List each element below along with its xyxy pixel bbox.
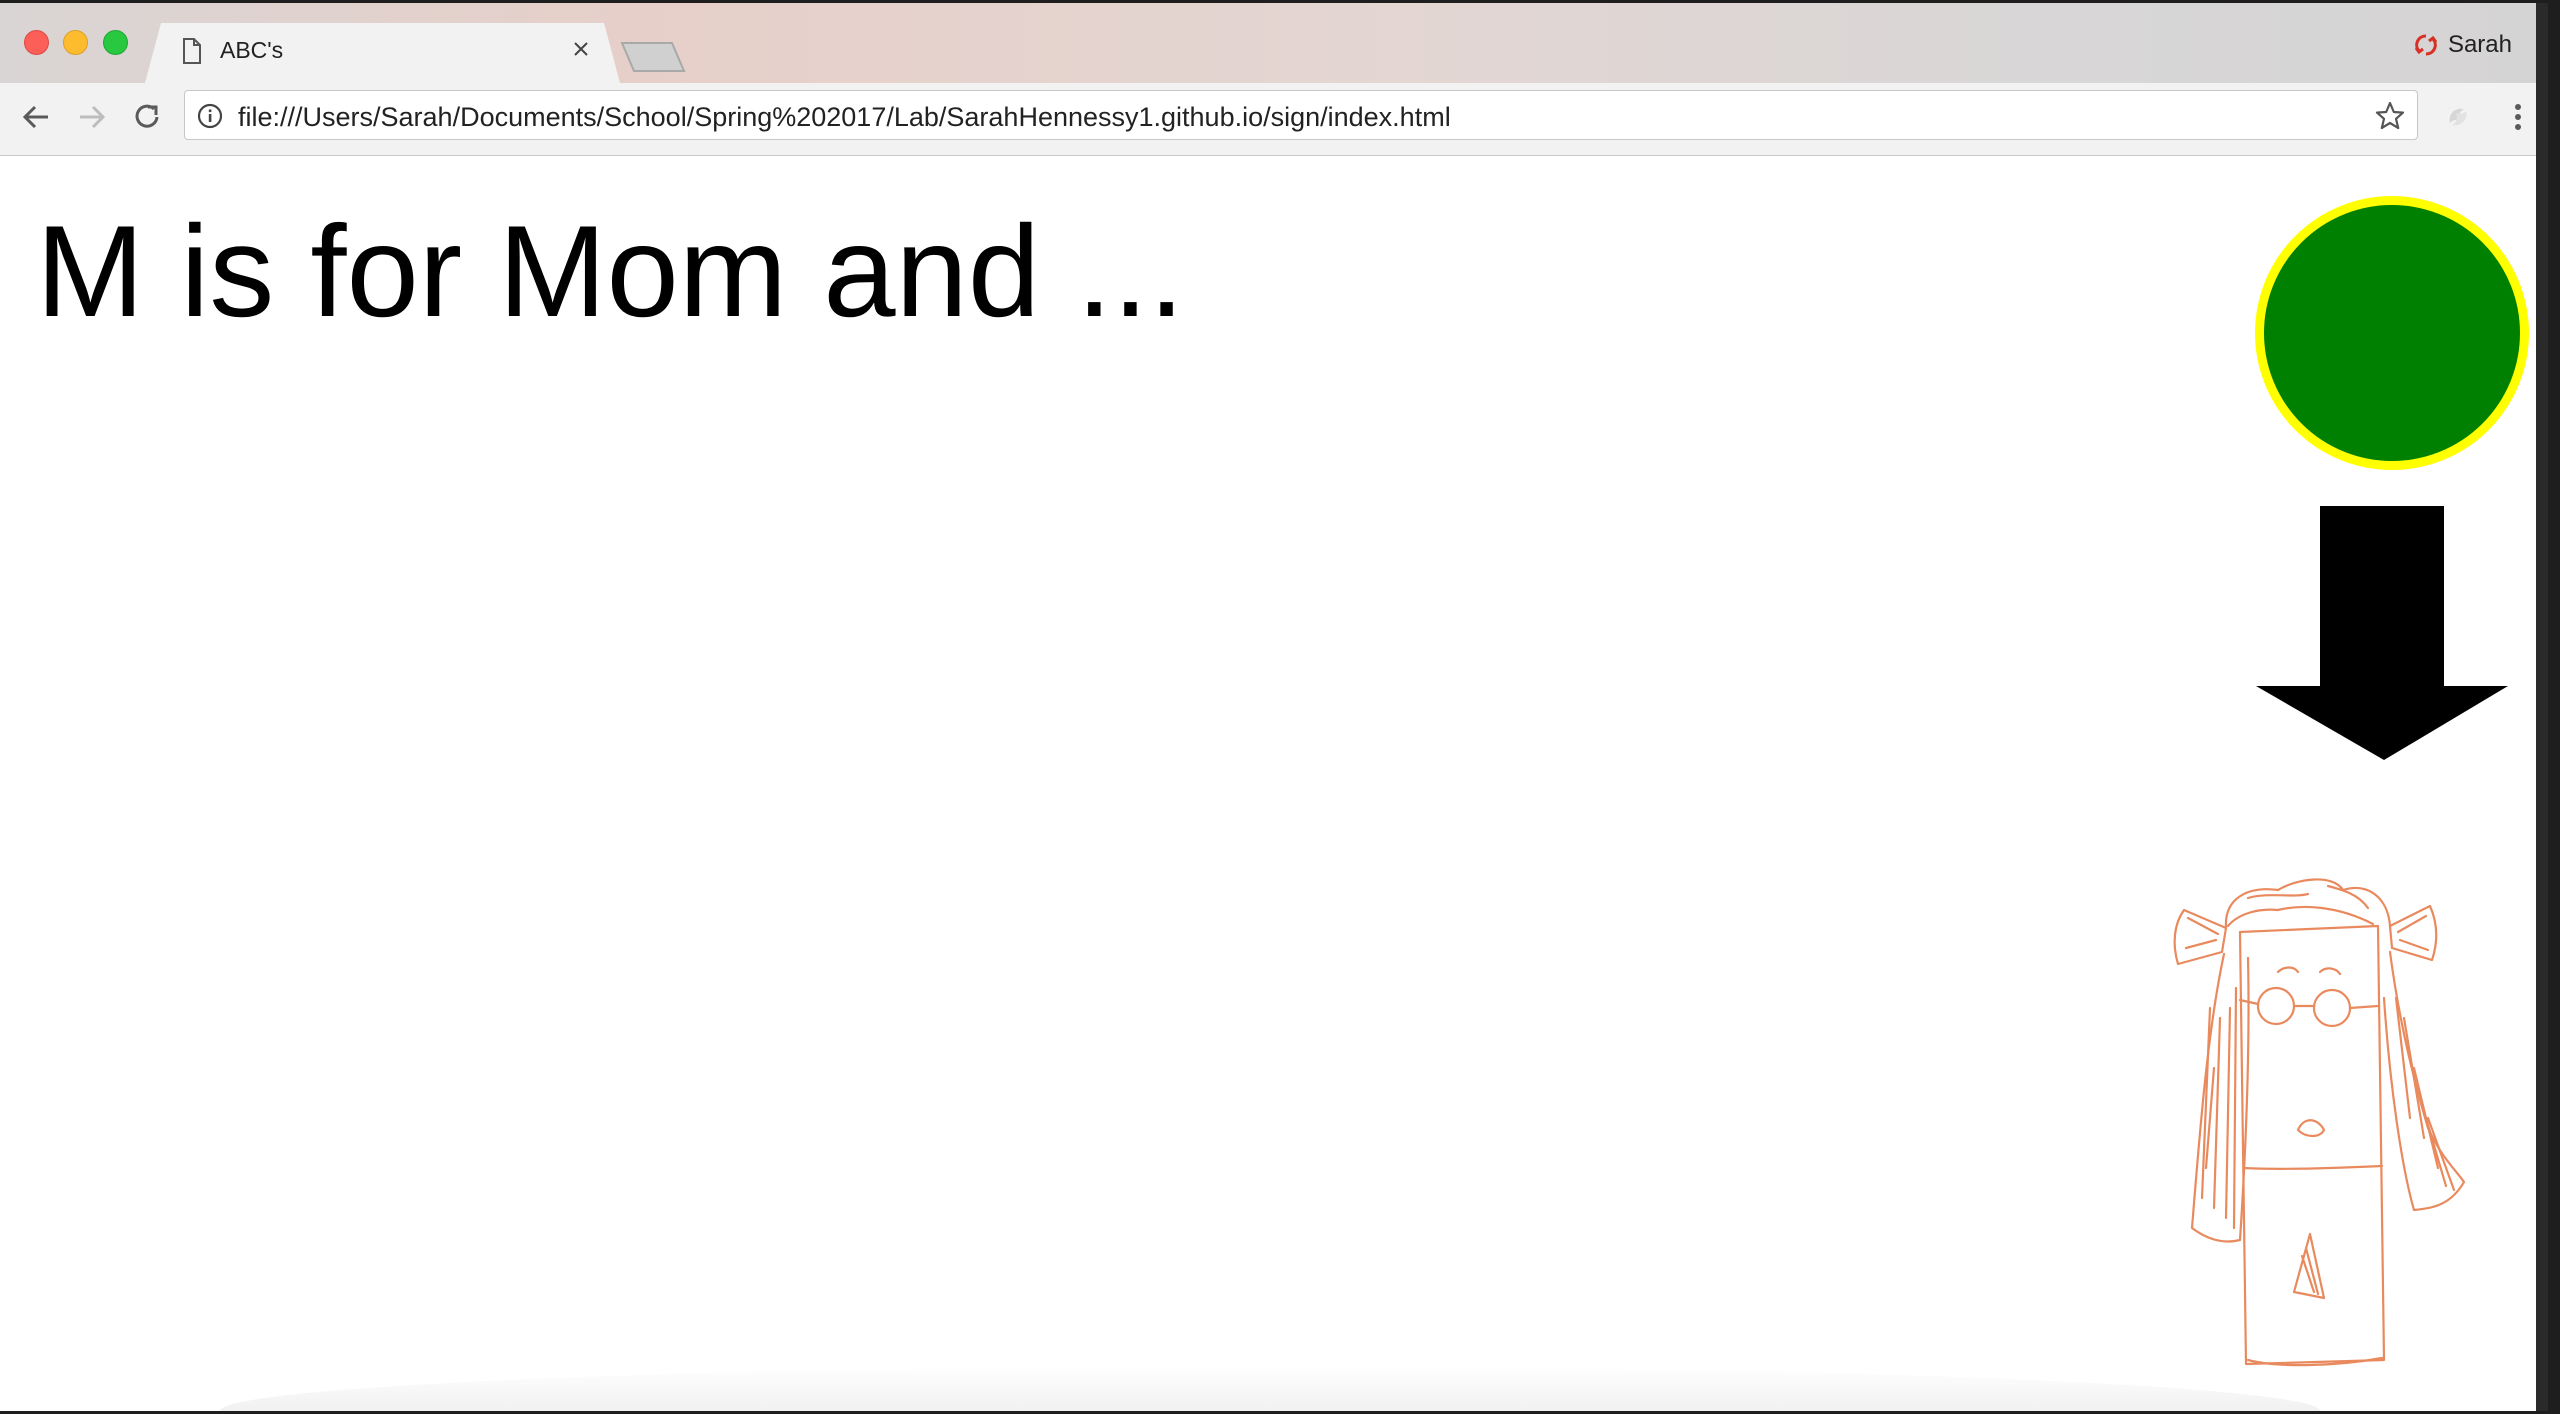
zoom-window-button[interactable] [103, 30, 128, 55]
back-arrow-icon[interactable] [20, 101, 52, 133]
new-tab-button[interactable] [620, 39, 686, 73]
tab-title: ABC's [220, 37, 284, 63]
browser-window: ABC's Sarah file:///Users/Sarah/Document… [0, 3, 2548, 1411]
more-menu-icon[interactable] [2502, 101, 2534, 133]
green-circle [2255, 196, 2529, 470]
page-bottom-shadow [220, 1366, 2320, 1411]
extension-icon[interactable] [2442, 101, 2474, 133]
bookmark-star-icon[interactable] [2375, 101, 2405, 131]
document-icon [183, 38, 201, 64]
page-heading: M is for Mom and ... [36, 198, 1185, 344]
url-text: file:///Users/Sarah/Documents/School/Spr… [238, 102, 1451, 132]
window-right-edge [2536, 3, 2548, 1411]
forward-arrow-icon[interactable] [76, 101, 108, 133]
page-content: M is for Mom and ... [0, 156, 2548, 1411]
mom-drawing [2173, 878, 2466, 1367]
address-bar[interactable]: file:///Users/Sarah/Documents/School/Spr… [184, 90, 2418, 140]
down-arrow-icon [2256, 506, 2508, 760]
profile-button[interactable]: Sarah [2414, 31, 2512, 59]
close-tab-icon[interactable] [573, 41, 589, 57]
tab-strip: ABC's Sarah [0, 3, 2548, 83]
reload-icon[interactable] [132, 101, 164, 133]
browser-toolbar: file:///Users/Sarah/Documents/School/Spr… [0, 83, 2548, 156]
tab-active[interactable] [145, 23, 620, 83]
info-icon[interactable] [197, 103, 223, 129]
close-window-button[interactable] [24, 30, 49, 55]
minimize-window-button[interactable] [63, 30, 88, 55]
profile-name: Sarah [2447, 31, 2512, 58]
sync-error-icon [2414, 34, 2438, 56]
